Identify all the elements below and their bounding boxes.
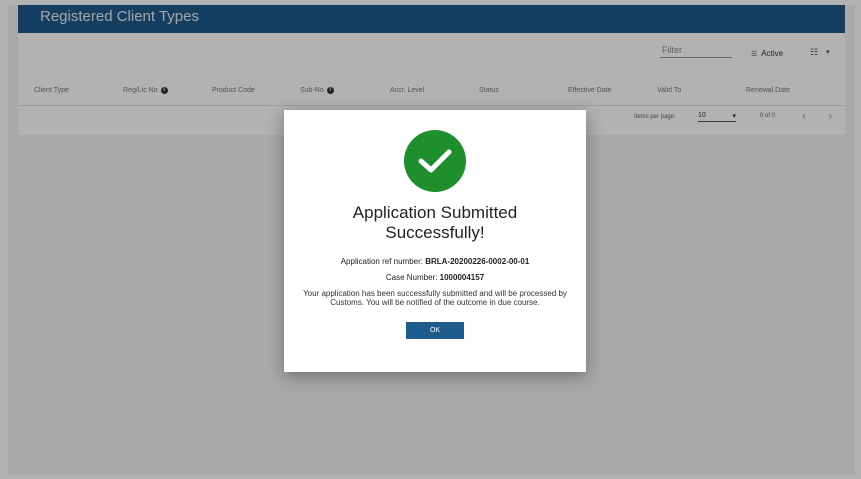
- ref-label: Application ref number:: [340, 257, 423, 266]
- ref-value: BRLA-20200226-0002-00-01: [425, 257, 530, 266]
- application-ref-line: Application ref number: BRLA-20200226-00…: [284, 257, 586, 266]
- case-number-line: Case Number: 1000004157: [284, 273, 586, 282]
- case-label: Case Number:: [385, 273, 438, 282]
- success-dialog: Application Submitted Successfully! Appl…: [284, 110, 586, 372]
- dialog-title: Application Submitted Successfully!: [352, 203, 518, 242]
- case-value: 1000004157: [439, 273, 485, 282]
- dialog-message: Your application has been successfully s…: [303, 289, 567, 307]
- ok-button[interactable]: OK: [406, 322, 464, 339]
- check-icon: [404, 130, 466, 192]
